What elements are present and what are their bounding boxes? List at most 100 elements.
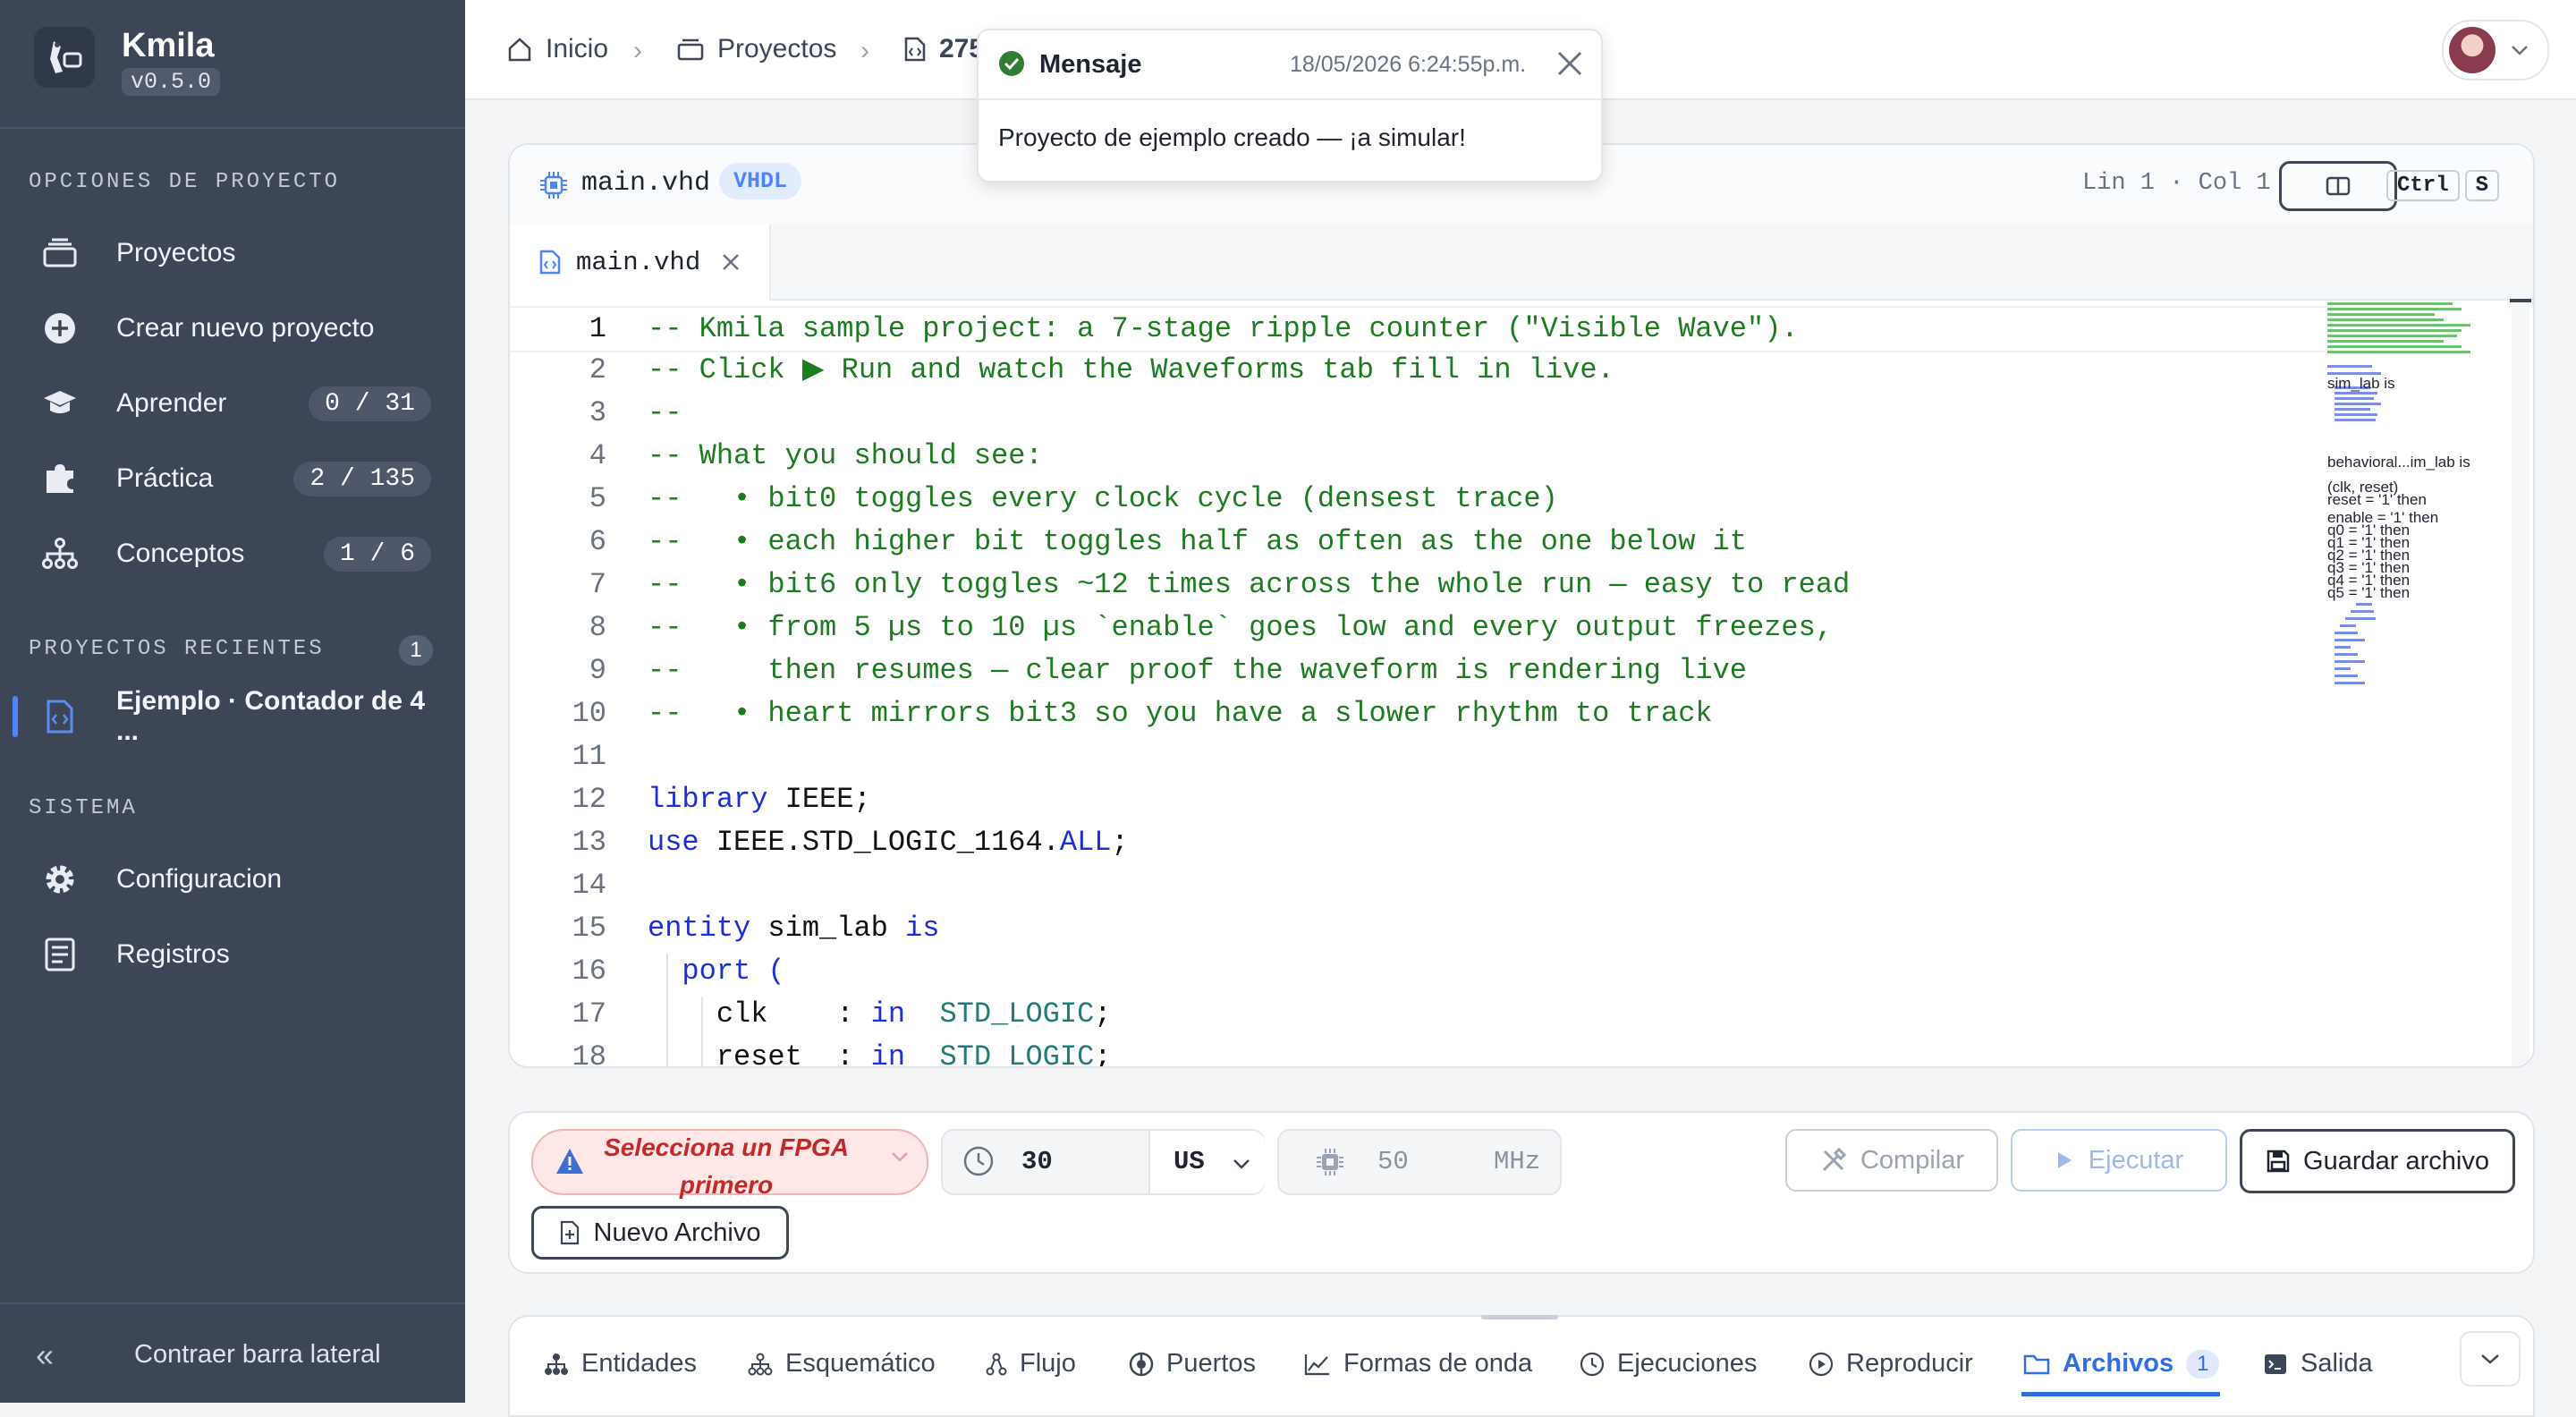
run-label: Ejecutar — [2088, 1145, 2184, 1175]
user-menu[interactable] — [2442, 20, 2549, 81]
play-circle-icon — [1809, 1352, 1834, 1377]
compile-button[interactable]: Compilar — [1785, 1129, 1998, 1192]
editor-filename: main.vhd — [581, 168, 711, 199]
graduation-cap-icon — [38, 388, 82, 419]
minimap-line — [2334, 632, 2358, 634]
sidebar-item-logs[interactable]: Registros — [20, 923, 445, 986]
sidebar-item-concepts[interactable]: Conceptos 1 / 6 — [20, 522, 445, 585]
run-button[interactable]: Ejecutar — [2011, 1129, 2227, 1192]
tab-entities[interactable]: Entidades — [544, 1349, 697, 1379]
scrollbar[interactable] — [2512, 301, 2529, 1066]
chevron-down-icon — [1233, 1158, 1250, 1175]
recent-project-item[interactable]: Ejemplo · Contador de 4 ... — [20, 685, 445, 748]
sidebar-item-label: Proyectos — [116, 238, 236, 267]
code-line[interactable]: 18 reset : in STD_LOGIC; — [510, 1036, 2326, 1068]
breadcrumb-current[interactable]: 275 — [903, 34, 984, 64]
tab-terminal[interactable]: Salida — [2263, 1349, 2373, 1379]
section-title-system: SISTEMA — [29, 796, 138, 820]
tools-icon — [1822, 1147, 1847, 1172]
tab-folder[interactable]: Archivos 1 — [2023, 1349, 2220, 1379]
line-number: 15 — [572, 912, 606, 945]
sidebar-item-settings[interactable]: Configuracion — [20, 848, 445, 911]
code-token: ; — [1094, 1040, 1112, 1068]
tab-main-vhd[interactable]: main.vhd — [510, 224, 771, 301]
new-file-button[interactable]: Nuevo Archivo — [531, 1206, 789, 1260]
sim-time-input[interactable]: 30 US — [941, 1129, 1265, 1195]
code-token: port — [682, 955, 751, 988]
minimap-label: q5 = '1' then — [2327, 584, 2411, 601]
code-file-icon — [539, 250, 561, 275]
time-unit-value: US — [1174, 1147, 1205, 1176]
code-line[interactable]: 7 -- • bit6 only toggles ~12 times across… — [510, 564, 2326, 607]
code-token: IEEE; — [767, 783, 871, 816]
sidebar-item-label: Aprender — [116, 388, 227, 418]
tab-flow[interactable]: Flujo — [986, 1349, 1076, 1379]
schematic-icon — [748, 1353, 773, 1376]
code-line[interactable]: 9 -- then resumes — clear proof the wavef… — [510, 649, 2326, 692]
minimap-line — [2334, 408, 2370, 411]
collapse-sidebar-button[interactable]: Contraer barra lateral — [134, 1340, 381, 1370]
code-line[interactable]: 15 entity sim_lab is — [510, 907, 2326, 950]
breadcrumb-home[interactable]: Inicio — [506, 34, 608, 64]
code-line[interactable]: 14 — [510, 864, 2326, 907]
tab-schematic[interactable]: Esquemático — [748, 1349, 936, 1379]
code-line[interactable]: 2 -- Click ▶ Run and watch the Waveforms … — [510, 349, 2326, 392]
resize-handle[interactable] — [1481, 1315, 1558, 1319]
code-line[interactable]: 12 library IEEE; — [510, 778, 2326, 821]
toast-title: Mensaje — [1039, 50, 1142, 79]
minimap-line — [2334, 419, 2376, 421]
line-number: 1 — [589, 312, 606, 345]
tab-waveform[interactable]: Formas de onda — [1304, 1349, 1532, 1379]
app-logo[interactable] — [34, 27, 95, 88]
minimap-line — [2327, 324, 2470, 327]
time-unit-select[interactable]: US — [1148, 1131, 1265, 1193]
tab-label: Reproducir — [1846, 1349, 1973, 1378]
code-line[interactable]: 6 -- • each higher bit toggles half as of… — [510, 521, 2326, 564]
split-view-button[interactable] — [2279, 161, 2397, 211]
code-token: IEEE.STD_LOGIC_1164. — [699, 826, 1060, 859]
code-line[interactable]: 3 -- — [510, 392, 2326, 435]
code-token: sim_lab — [750, 912, 906, 945]
breadcrumb-projects[interactable]: Proyectos — [676, 34, 836, 64]
scrollbar-thumb[interactable] — [2510, 299, 2531, 302]
code-line[interactable]: 5 -- • bit0 toggles every clock cycle (de… — [510, 478, 2326, 521]
tab-label: Archivos — [2063, 1349, 2174, 1378]
active-indicator — [13, 696, 18, 737]
minimap-line — [2334, 403, 2381, 405]
fpga-select[interactable]: Selecciona un FPGA primero — [531, 1129, 928, 1199]
minimap-line — [2334, 653, 2358, 656]
code-lines: 1 -- Kmila sample project: a 7-stage ripp… — [510, 301, 2533, 1068]
close-icon[interactable] — [720, 251, 741, 273]
code-line[interactable]: 11 — [510, 735, 2326, 778]
sidebar-item-learn[interactable]: Aprender 0 / 31 — [20, 372, 445, 435]
line-number: 9 — [589, 654, 606, 687]
tab-ports[interactable]: Puertos — [1129, 1349, 1256, 1379]
sidebar-item-practice[interactable]: Práctica 2 / 135 — [20, 447, 445, 510]
sidebar-item-create-project[interactable]: Crear nuevo proyecto — [20, 297, 445, 360]
tab-clock[interactable]: Ejecuciones — [1580, 1349, 1757, 1379]
code-line[interactable]: 17 clk : in STD_LOGIC; — [510, 993, 2326, 1036]
breadcrumb-projects-label: Proyectos — [717, 34, 837, 64]
tab-play-circle[interactable]: Reproducir — [1809, 1349, 1973, 1379]
stack-icon — [677, 38, 704, 61]
collapse-panel-button[interactable] — [2460, 1331, 2521, 1387]
code-line[interactable]: 1 -- Kmila sample project: a 7-stage ripp… — [510, 306, 2326, 352]
code-line[interactable]: 16 port ( — [510, 950, 2326, 993]
code-token: STD_LOGIC — [939, 997, 1095, 1031]
new-file-icon — [560, 1220, 579, 1245]
code-line[interactable]: 8 -- • from 5 µs to 10 µs `enable` goes l… — [510, 607, 2326, 649]
sidebar-item-label: Registros — [116, 939, 230, 969]
sidebar-item-projects[interactable]: Proyectos — [20, 222, 445, 284]
code-line[interactable]: 13 use IEEE.STD_LOGIC_1164.ALL; — [510, 821, 2326, 864]
close-icon[interactable] — [1555, 48, 1585, 83]
code-line[interactable]: 4 -- What you should see: — [510, 435, 2326, 478]
progress-badge: 0 / 31 — [309, 386, 431, 421]
chevrons-left-icon[interactable]: « — [36, 1336, 54, 1374]
clock-frequency-input[interactable]: 50 MHz — [1277, 1129, 1562, 1195]
code-text: -- then resumes — clear proof the wavefo… — [648, 649, 1747, 692]
save-file-button[interactable]: Guardar archivo — [2240, 1129, 2515, 1193]
code-line[interactable]: 10 -- • heart mirrors bit3 so you have a … — [510, 692, 2326, 735]
minimap[interactable]: sim_lab is behavioral...im_lab is (clk, re… — [2324, 301, 2503, 855]
